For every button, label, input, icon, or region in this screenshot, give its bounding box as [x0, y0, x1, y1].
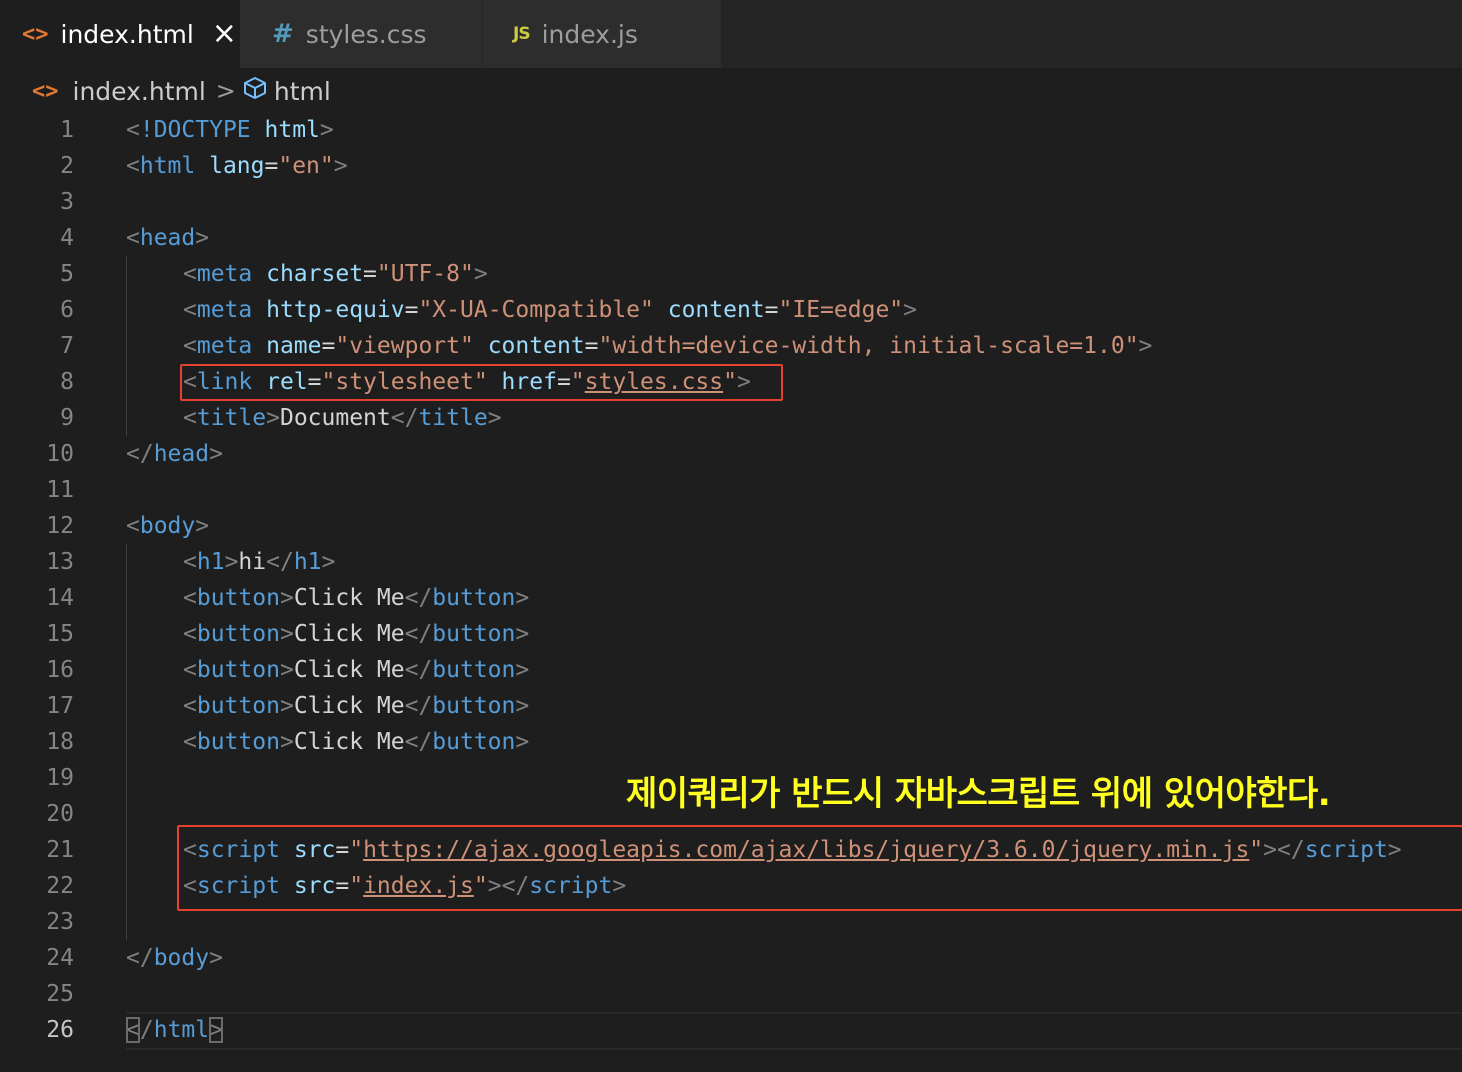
breadcrumb-symbol[interactable]: html: [274, 77, 331, 106]
code-line: 14 <button>Click Me</button>: [0, 580, 1462, 616]
code-line: 16 <button>Click Me</button>: [0, 652, 1462, 688]
line-number: 2: [60, 153, 74, 179]
js-file-icon: JS: [513, 24, 531, 44]
code-text: <title>Document</title>: [183, 405, 502, 431]
code-text: <button>Click Me</button>: [183, 693, 530, 719]
tab-label: styles.css: [305, 19, 427, 49]
code-text: <h1>hi</h1>: [183, 549, 336, 575]
line-number: 14: [46, 585, 74, 611]
code-text: <meta charset="UTF-8">: [183, 261, 488, 287]
code-text: <head>: [126, 225, 210, 251]
line-number: 22: [46, 873, 74, 899]
code-line: 4 <head>: [0, 220, 1462, 256]
line-number: 24: [46, 945, 74, 971]
line-number: 25: [46, 981, 74, 1007]
code-text: <button>Click Me</button>: [183, 729, 530, 755]
code-line: 24 </body>: [0, 940, 1462, 976]
stylesheet-highlight-box: [180, 364, 783, 401]
line-number: 8: [60, 369, 74, 395]
css-file-icon: #: [272, 19, 294, 49]
tab-label: index.html: [60, 19, 194, 49]
code-line: 17 <button>Click Me</button>: [0, 688, 1462, 724]
code-line: 25: [0, 976, 1462, 1012]
code-line: 9 <title>Document</title>: [0, 400, 1462, 436]
code-line: 1 <!DOCTYPE html>: [0, 112, 1462, 148]
chevron-right-icon: >: [215, 77, 236, 105]
matching-bracket: >: [209, 1017, 223, 1043]
line-number: 19: [46, 765, 74, 791]
html-file-icon: <>: [32, 78, 59, 104]
code-text: <meta name="viewport" content="width=dev…: [183, 333, 1153, 359]
line-number: 1: [60, 117, 74, 143]
code-line: 5 <meta charset="UTF-8">: [0, 256, 1462, 292]
code-text: </html>: [126, 1017, 223, 1043]
editor-tab-bar: <> index.html × # styles.css JS index.js: [0, 0, 1462, 68]
code-line: 3: [0, 184, 1462, 220]
script-highlight-box: [177, 825, 1462, 911]
code-line: 15 <button>Click Me</button>: [0, 616, 1462, 652]
code-line: 10 </head>: [0, 436, 1462, 472]
code-text: </body>: [126, 945, 223, 971]
line-number: 20: [46, 801, 74, 827]
annotation-note: 제이쿼리가 반드시 자바스크립트 위에 있어야한다.: [626, 774, 1331, 814]
code-line: 2 <html lang="en">: [0, 148, 1462, 184]
code-line: 26 </html>: [0, 1012, 1462, 1048]
code-text: </head>: [126, 441, 223, 467]
line-number: 26: [46, 1017, 74, 1043]
tab-index-js[interactable]: JS index.js: [483, 0, 722, 68]
code-line: 11: [0, 472, 1462, 508]
code-text: <html lang="en">: [126, 153, 348, 179]
tab-index-html[interactable]: <> index.html ×: [0, 0, 240, 68]
code-text: <meta http-equiv="X-UA-Compatible" conte…: [183, 297, 917, 323]
line-number: 13: [46, 549, 74, 575]
code-line: 12 <body>: [0, 508, 1462, 544]
breadcrumb-file[interactable]: index.html: [73, 77, 206, 106]
line-number: 21: [46, 837, 74, 863]
line-number: 9: [60, 405, 74, 431]
line-number: 5: [60, 261, 74, 287]
line-number: 23: [46, 909, 74, 935]
line-number: 15: [46, 621, 74, 647]
code-text: <body>: [126, 513, 210, 539]
line-number: 17: [46, 693, 74, 719]
code-line: 7 <meta name="viewport" content="width=d…: [0, 328, 1462, 364]
line-number: 18: [46, 729, 74, 755]
tab-label: index.js: [541, 19, 638, 49]
line-number: 16: [46, 657, 74, 683]
line-number: 4: [60, 225, 74, 251]
code-line: 13 <h1>hi</h1>: [0, 544, 1462, 580]
code-text: <button>Click Me</button>: [183, 621, 530, 647]
line-number: 7: [60, 333, 74, 359]
code-line: 18 <button>Click Me</button>: [0, 724, 1462, 760]
html-file-icon: <>: [22, 21, 49, 47]
breadcrumb: <> index.html > html: [32, 72, 331, 110]
tab-styles-css[interactable]: # styles.css: [240, 0, 483, 68]
matching-bracket: <: [126, 1017, 140, 1043]
line-number: 10: [46, 441, 74, 467]
line-number: 12: [46, 513, 74, 539]
symbol-cube-icon: [242, 75, 268, 107]
close-icon[interactable]: ×: [212, 19, 237, 49]
line-number: 3: [60, 189, 74, 215]
code-text: <button>Click Me</button>: [183, 657, 530, 683]
line-number: 11: [46, 477, 74, 503]
code-line: 6 <meta http-equiv="X-UA-Compatible" con…: [0, 292, 1462, 328]
code-text: <!DOCTYPE html>: [126, 117, 334, 143]
line-number: 6: [60, 297, 74, 323]
code-text: <button>Click Me</button>: [183, 585, 530, 611]
